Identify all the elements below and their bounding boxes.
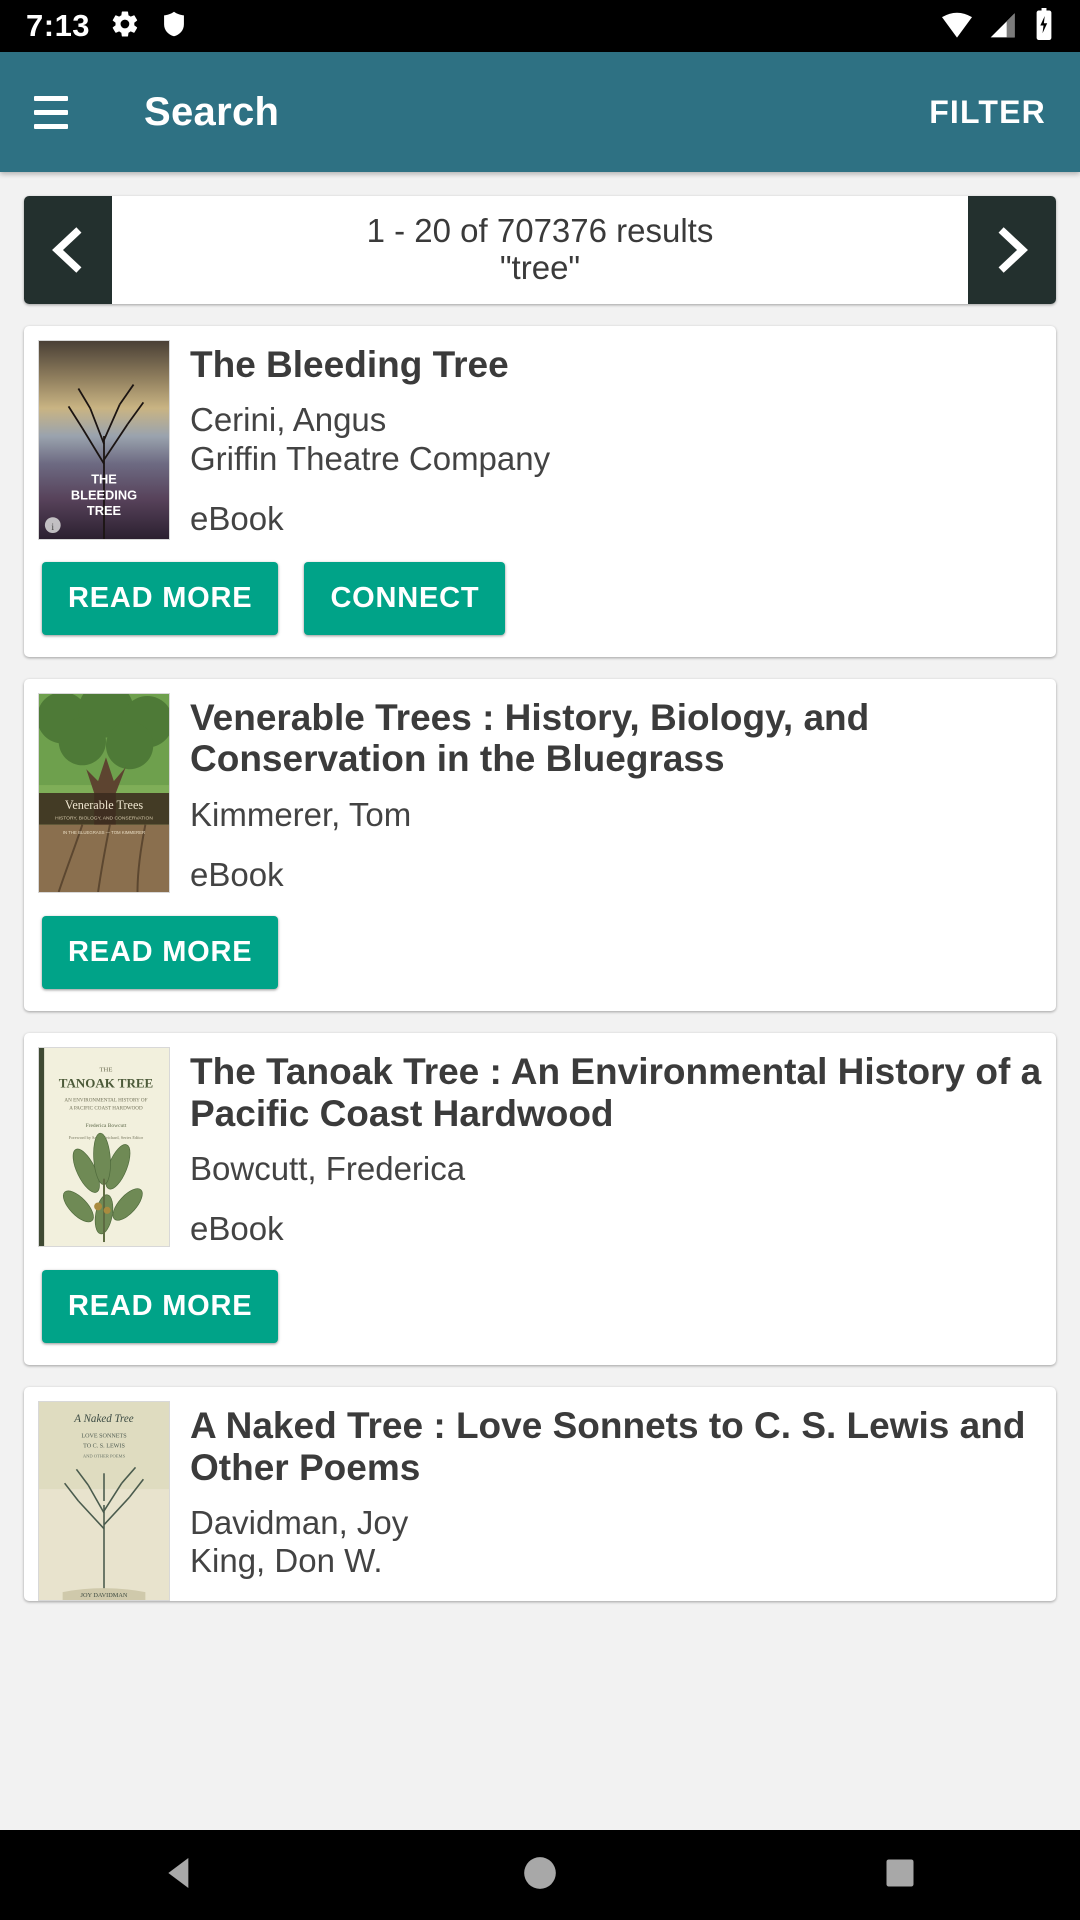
- status-bar: 7:13: [0, 0, 1080, 52]
- back-triangle-icon: [160, 1853, 200, 1898]
- result-author: Kimmerer, Tom: [190, 795, 412, 833]
- status-bar-left: 7:13: [26, 8, 188, 44]
- cover-a-naked-tree: A Naked Tree LOVE SONNETS TO C. S. LEWIS…: [38, 1401, 170, 1602]
- svg-text:THE: THE: [91, 472, 117, 487]
- next-page-button[interactable]: [968, 196, 1056, 304]
- svg-text:A PACIFIC COAST HARDWOOD: A PACIFIC COAST HARDWOOD: [69, 1106, 143, 1112]
- read-more-button[interactable]: READ MORE: [42, 1270, 279, 1344]
- read-more-button[interactable]: READ MORE: [42, 562, 279, 635]
- result-author: Cerini, Angus: [190, 401, 387, 439]
- result-body: Venerable Trees HISTORY, BIOLOGY, AND CO…: [24, 679, 1056, 1011]
- result-meta: The Bleeding Tree Cerini, Angus Griffin …: [190, 340, 1042, 540]
- cellular-signal-icon: [988, 9, 1020, 44]
- svg-text:Frederica Bowcutt: Frederica Bowcutt: [86, 1123, 127, 1129]
- results-count: 1 - 20 of 707376 results: [366, 212, 714, 250]
- system-navigation-bar: [0, 1830, 1080, 1920]
- result-body: A Naked Tree LOVE SONNETS TO C. S. LEWIS…: [24, 1387, 1056, 1602]
- result-header: Venerable Trees HISTORY, BIOLOGY, AND CO…: [38, 693, 1042, 894]
- result-format: eBook: [190, 1210, 284, 1248]
- page-title: Search: [144, 89, 280, 134]
- connect-button[interactable]: CONNECT: [304, 562, 506, 635]
- chevron-left-icon: [40, 222, 96, 278]
- result-publisher: Griffin Theatre Company: [190, 439, 551, 477]
- svg-text:TO C. S. LEWIS: TO C. S. LEWIS: [83, 1444, 125, 1450]
- svg-text:HISTORY, BIOLOGY, AND CONSERVA: HISTORY, BIOLOGY, AND CONSERVATION: [55, 816, 153, 822]
- wifi-icon: [940, 9, 974, 44]
- result-author: Davidman, Joy: [190, 1504, 409, 1542]
- result-actions: READ MORE: [38, 1248, 1042, 1365]
- result-body: THE TANOAK TREE AN ENVIRONMENTAL HISTORY…: [24, 1033, 1056, 1365]
- svg-text:IN THE BLUEGRASS — TOM KIMMERE: IN THE BLUEGRASS — TOM KIMMERER: [63, 830, 145, 835]
- result-card[interactable]: THE BLEEDING TREE i The Bleeding Tree Ce…: [24, 326, 1056, 657]
- search-results-scroll-area[interactable]: 1 - 20 of 707376 results "tree" THE BLEE…: [0, 172, 1080, 1830]
- home-button[interactable]: [480, 1853, 600, 1898]
- result-header: THE BLEEDING TREE i The Bleeding Tree Ce…: [38, 340, 1042, 540]
- result-title: The Tanoak Tree : An Environmental Histo…: [190, 1051, 1042, 1134]
- result-card[interactable]: THE TANOAK TREE AN ENVIRONMENTAL HISTORY…: [24, 1033, 1056, 1366]
- result-header: A Naked Tree LOVE SONNETS TO C. S. LEWIS…: [38, 1401, 1042, 1602]
- result-body: THE BLEEDING TREE i The Bleeding Tree Ce…: [24, 326, 1056, 657]
- gear-icon: [110, 9, 140, 44]
- result-author: Bowcutt, Frederica: [190, 1150, 466, 1188]
- app-bar: Search FILTER: [0, 52, 1080, 172]
- search-query: "tree": [499, 249, 581, 286]
- hamburger-menu-icon[interactable]: [34, 95, 78, 129]
- back-button[interactable]: [120, 1853, 240, 1898]
- hamburger-bar: [34, 95, 68, 101]
- home-circle-icon: [520, 1853, 560, 1898]
- status-bar-right: [940, 7, 1054, 45]
- result-header: THE TANOAK TREE AN ENVIRONMENTAL HISTORY…: [38, 1047, 1042, 1248]
- status-bar-clock: 7:13: [26, 8, 91, 43]
- result-title: A Naked Tree : Love Sonnets to C. S. Lew…: [190, 1405, 1026, 1488]
- cover-venerable-trees: Venerable Trees HISTORY, BIOLOGY, AND CO…: [38, 693, 170, 893]
- read-more-button[interactable]: READ MORE: [42, 916, 279, 990]
- result-format: eBook: [190, 856, 284, 894]
- svg-text:TANOAK TREE: TANOAK TREE: [59, 1076, 154, 1091]
- result-meta: Venerable Trees : History, Biology, and …: [190, 693, 1042, 894]
- svg-text:LOVE SONNETS: LOVE SONNETS: [81, 1434, 127, 1440]
- svg-text:AND OTHER POEMS: AND OTHER POEMS: [83, 1454, 126, 1459]
- svg-text:TREE: TREE: [87, 503, 122, 518]
- previous-page-button[interactable]: [24, 196, 112, 304]
- hamburger-bar: [34, 109, 68, 115]
- svg-text:THE: THE: [99, 1067, 112, 1074]
- cover-the-bleeding-tree: THE BLEEDING TREE i: [38, 340, 170, 540]
- pagination-status: 1 - 20 of 707376 results "tree": [112, 196, 968, 304]
- result-actions: READ MORE CONNECT: [38, 540, 1042, 657]
- svg-text:BLEEDING: BLEEDING: [71, 487, 137, 502]
- result-actions: READ MORE: [38, 894, 1042, 1011]
- battery-charging-icon: [1034, 7, 1054, 45]
- result-card[interactable]: A Naked Tree LOVE SONNETS TO C. S. LEWIS…: [24, 1387, 1056, 1602]
- result-title: The Bleeding Tree: [190, 344, 509, 385]
- filter-button[interactable]: FILTER: [929, 94, 1046, 131]
- result-editor: King, Don W.: [190, 1542, 383, 1580]
- chevron-right-icon: [984, 222, 1040, 278]
- recents-button[interactable]: [840, 1855, 960, 1896]
- svg-text:A Naked Tree: A Naked Tree: [73, 1413, 133, 1425]
- result-meta: A Naked Tree : Love Sonnets to C. S. Lew…: [190, 1401, 1042, 1601]
- svg-text:Venerable Trees: Venerable Trees: [65, 798, 144, 812]
- svg-text:AN ENVIRONMENTAL HISTORY OF: AN ENVIRONMENTAL HISTORY OF: [64, 1098, 147, 1104]
- cover-the-tanoak-tree: THE TANOAK TREE AN ENVIRONMENTAL HISTORY…: [38, 1047, 170, 1248]
- result-meta: The Tanoak Tree : An Environmental Histo…: [190, 1047, 1042, 1248]
- svg-text:JOY DAVIDMAN: JOY DAVIDMAN: [81, 1592, 128, 1599]
- result-format: eBook: [190, 499, 284, 537]
- pagination-bar: 1 - 20 of 707376 results "tree": [24, 196, 1056, 304]
- shield-icon: [160, 9, 188, 44]
- svg-text:i: i: [51, 522, 54, 533]
- recents-square-icon: [882, 1855, 918, 1896]
- result-card[interactable]: Venerable Trees HISTORY, BIOLOGY, AND CO…: [24, 679, 1056, 1012]
- hamburger-bar: [34, 123, 68, 129]
- result-title: Venerable Trees : History, Biology, and …: [190, 697, 870, 780]
